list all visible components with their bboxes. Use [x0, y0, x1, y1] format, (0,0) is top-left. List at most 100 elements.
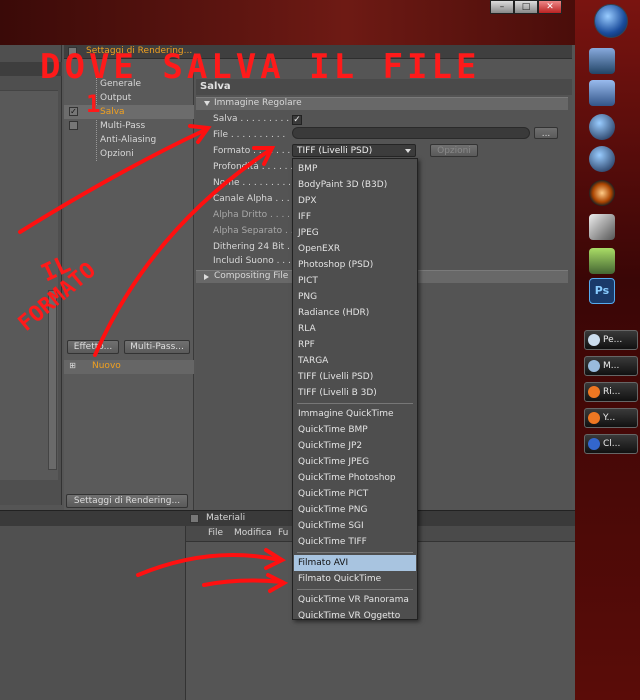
panel-menu-icon[interactable]	[190, 514, 199, 523]
new-settings-label: Nuovo	[92, 361, 121, 371]
panel-menu-icon[interactable]	[68, 47, 77, 56]
taskbar-item[interactable]: Ri...	[584, 382, 638, 402]
effects-button[interactable]: Effetto...	[67, 340, 119, 354]
format-option[interactable]: OpenEXR	[294, 241, 416, 257]
nav-item-anti-aliasing[interactable]: Anti-Aliasing	[64, 133, 194, 147]
format-option[interactable]: Filmato QuickTime	[294, 571, 416, 587]
format-option[interactable]: BMP	[294, 161, 416, 177]
field-label: Alpha Separato . . .	[213, 226, 293, 236]
materials-title: Materiali	[206, 513, 246, 523]
section-regular-label: Immagine Regolare	[214, 98, 302, 108]
format-option[interactable]: QuickTime VR Oggetto	[294, 608, 416, 624]
globe-icon[interactable]	[589, 146, 615, 172]
format-option[interactable]: Radiance (HDR)	[294, 305, 416, 321]
section-collapsed-icon	[204, 274, 209, 280]
format-option[interactable]: PICT	[294, 273, 416, 289]
field-label: Formato . . . . . . .	[213, 146, 291, 156]
left-scrollbar[interactable]	[48, 290, 57, 470]
format-option[interactable]: QuickTime SGI	[294, 518, 416, 534]
taskbar-item[interactable]: Y...	[584, 408, 638, 428]
format-option[interactable]: QuickTime PICT	[294, 486, 416, 502]
menu-separator	[297, 589, 413, 590]
format-option[interactable]: IFF	[294, 209, 416, 225]
section-regular-image[interactable]: Immagine Regolare	[196, 97, 568, 110]
nav-item-opzioni[interactable]: Opzioni	[64, 147, 194, 161]
format-option[interactable]: TARGA	[294, 353, 416, 369]
monitor-icon[interactable]	[589, 48, 615, 74]
format-dropdown: BMP BodyPaint 3D (B3D) DPX IFF JPEG OpenEXR Ph…	[292, 158, 418, 621]
taskbar-item-label: Y...	[603, 413, 616, 423]
browse-button[interactable]: ...	[534, 127, 558, 139]
format-select[interactable]: TIFF (Livelli PSD)	[292, 144, 416, 157]
field-label: Canale Alpha . . . .	[213, 194, 293, 204]
app-icon	[588, 386, 600, 398]
cinema4d-icon[interactable]	[589, 180, 615, 206]
android-icon[interactable]	[589, 248, 615, 274]
nav-item-label: Anti-Aliasing	[100, 135, 157, 145]
app-icon	[588, 334, 600, 346]
taskbar-item-label: Ri...	[603, 387, 621, 397]
nav-item-multi-pass[interactable]: Multi-Pass	[64, 119, 194, 133]
nav-item-salva[interactable]: ✓ Salva	[64, 105, 194, 119]
taskbar-item-label: Cl...	[603, 439, 621, 449]
field-label: Includi Suono . . . .	[213, 256, 293, 266]
format-option[interactable]: DPX	[294, 193, 416, 209]
windows-icon[interactable]	[589, 80, 615, 106]
settings-list-item[interactable]: ⊞ Nuovo	[64, 360, 194, 374]
format-option[interactable]: RPF	[294, 337, 416, 353]
format-option[interactable]: JPEG	[294, 225, 416, 241]
field-label: Dithering 24 Bit . . .	[213, 242, 293, 252]
file-path-input[interactable]	[292, 127, 530, 139]
maximize-button[interactable]: □	[514, 0, 538, 14]
format-option[interactable]: QuickTime PNG	[294, 502, 416, 518]
taskbar-item[interactable]: Cl...	[584, 434, 638, 454]
format-option[interactable]: TIFF (Livelli PSD)	[294, 369, 416, 385]
format-option[interactable]: QuickTime VR Panorama	[294, 592, 416, 608]
nav-checkbox[interactable]	[69, 121, 78, 130]
save-page-header: Salva	[196, 79, 572, 95]
field-label: Nome . . . . . . . . .	[213, 178, 292, 188]
expand-icon: ⊞	[69, 361, 76, 370]
multipass-button[interactable]: Multi-Pass...	[124, 340, 190, 354]
left-toolbar	[0, 62, 62, 76]
save-page-title: Salva	[200, 81, 231, 92]
nav-checkbox[interactable]: ✓	[69, 107, 78, 116]
nav-item-generale[interactable]: Generale	[64, 77, 194, 91]
minimize-button[interactable]: –	[490, 0, 514, 14]
nav-item-label: Generale	[100, 79, 142, 89]
taskbar-item[interactable]: M...	[584, 356, 638, 376]
render-settings-title: Settaggi di Rendering...	[86, 46, 193, 56]
format-option[interactable]: Immagine QuickTime	[294, 406, 416, 422]
disc-icon[interactable]	[589, 214, 615, 240]
menu-edit[interactable]: Modifica	[234, 528, 272, 538]
globe-icon[interactable]	[589, 114, 615, 140]
format-option[interactable]: QuickTime JP2	[294, 438, 416, 454]
taskbar-item[interactable]: Pe...	[584, 330, 638, 350]
format-option[interactable]: QuickTime JPEG	[294, 454, 416, 470]
format-option[interactable]: Photoshop (PSD)	[294, 257, 416, 273]
window-titlebar	[0, 0, 575, 45]
format-option[interactable]: Filmato AVI	[294, 555, 416, 571]
options-button[interactable]: Opzioni	[430, 144, 478, 157]
format-option[interactable]: QuickTime Photoshop	[294, 470, 416, 486]
format-selected-value: TIFF (Livelli PSD)	[297, 146, 373, 156]
format-option[interactable]: TIFF (Livelli B 3D)	[294, 385, 416, 401]
nav-item-label: Salva	[100, 107, 125, 117]
format-option[interactable]: BodyPaint 3D (B3D)	[294, 177, 416, 193]
menu-functions[interactable]: Fu	[278, 528, 288, 538]
render-settings-button[interactable]: Settaggi di Rendering...	[66, 494, 188, 508]
format-option[interactable]: QuickTime TIFF	[294, 534, 416, 550]
app-icon	[588, 438, 600, 450]
menu-file[interactable]: File	[208, 528, 223, 538]
nav-item-output[interactable]: Output	[64, 91, 194, 105]
format-option[interactable]: QuickTime BMP	[294, 422, 416, 438]
format-option[interactable]: PNG	[294, 289, 416, 305]
menu-separator	[297, 552, 413, 553]
start-orb-icon[interactable]	[594, 4, 628, 38]
section-expanded-icon	[204, 101, 210, 106]
save-checkbox[interactable]: ✓	[292, 115, 302, 125]
close-button[interactable]: ✕	[538, 0, 562, 14]
format-option[interactable]: RLA	[294, 321, 416, 337]
photoshop-icon[interactable]: Ps	[589, 278, 615, 304]
window-controls: – □ ✕	[490, 0, 562, 14]
